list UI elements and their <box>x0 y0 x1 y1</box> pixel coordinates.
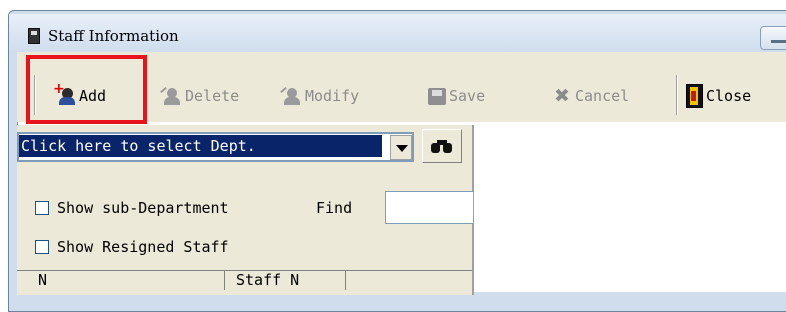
close-button[interactable]: Close <box>686 76 751 116</box>
show-sub-department-checkbox[interactable]: Show sub-Department <box>35 199 229 217</box>
modify-button[interactable]: Modify <box>280 76 359 116</box>
column-header[interactable]: N <box>38 271 47 289</box>
checkbox-box[interactable] <box>35 240 49 254</box>
column-divider[interactable] <box>345 270 346 290</box>
find-label: Find <box>316 199 353 217</box>
column-header[interactable]: Staff N <box>236 271 299 289</box>
dept-select-value[interactable]: Click here to select Dept. <box>19 135 382 157</box>
app-icon <box>28 28 40 44</box>
chevron-down-icon[interactable] <box>390 135 412 160</box>
toolbar-separator <box>676 75 678 115</box>
delete-button-label: Delete <box>185 87 240 105</box>
show-resigned-label: Show Resigned Staff <box>57 238 229 256</box>
cancel-icon: ✖ <box>554 85 570 107</box>
window-title: Staff Information <box>48 27 179 45</box>
column-divider[interactable] <box>224 270 225 290</box>
cancel-button-label: Cancel <box>575 87 630 105</box>
save-icon <box>428 87 446 105</box>
find-input[interactable] <box>385 191 473 224</box>
find-label-row: Find <box>316 199 352 217</box>
add-button-highlight <box>26 55 147 124</box>
checkbox-box[interactable] <box>35 201 49 215</box>
cancel-button[interactable]: ✖ Cancel <box>554 76 629 116</box>
close-door-icon <box>686 84 703 108</box>
minimize-button[interactable] <box>760 26 786 50</box>
binoculars-icon <box>431 138 453 154</box>
modify-button-label: Modify <box>305 87 360 105</box>
show-sub-department-label: Show sub-Department <box>57 199 229 217</box>
save-button[interactable]: Save <box>428 76 485 116</box>
close-button-label: Close <box>706 87 752 105</box>
modify-user-icon <box>280 86 302 105</box>
save-button-label: Save <box>449 87 486 105</box>
delete-button[interactable]: Delete <box>160 76 239 116</box>
show-resigned-checkbox[interactable]: Show Resigned Staff <box>35 238 229 256</box>
delete-user-icon <box>160 86 182 105</box>
